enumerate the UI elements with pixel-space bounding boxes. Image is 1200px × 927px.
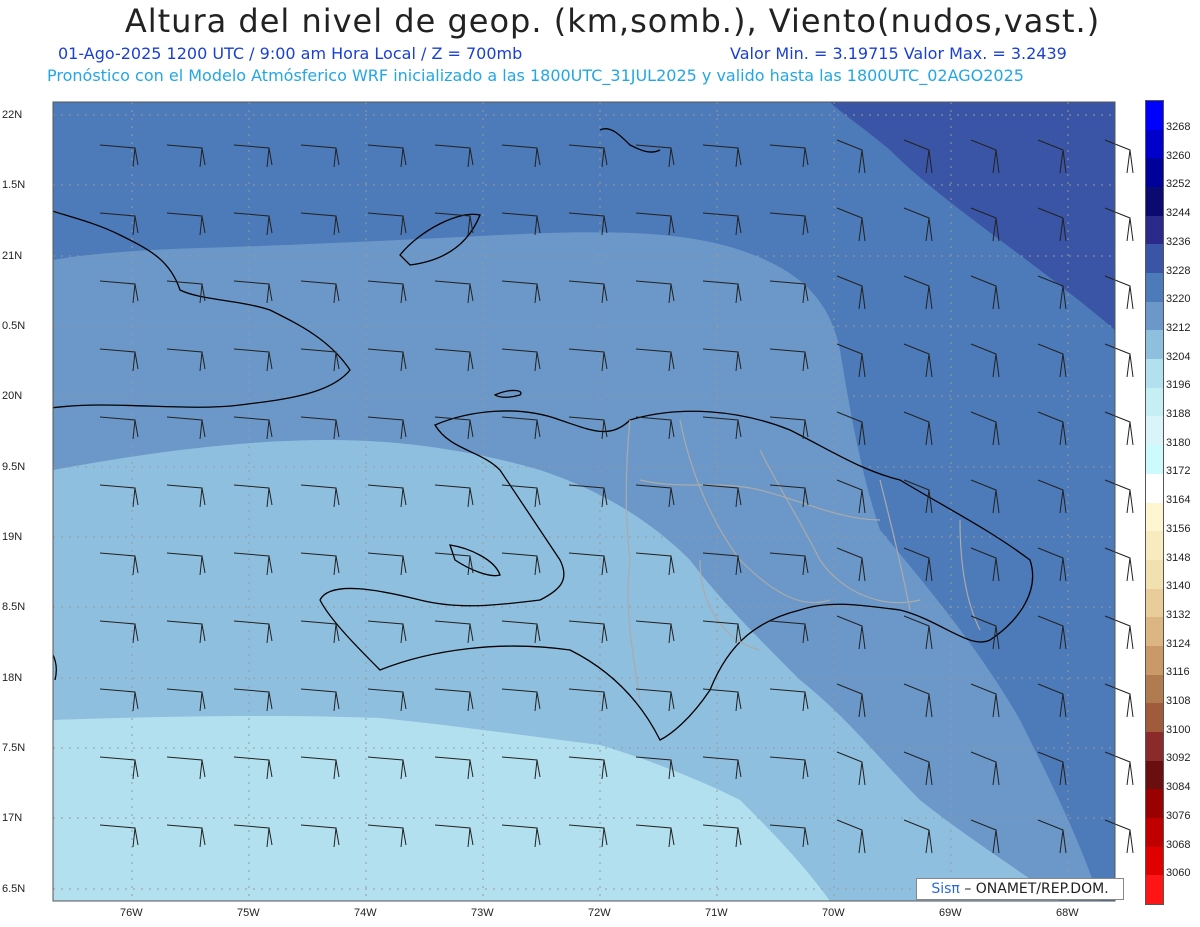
lon-label: 72W bbox=[588, 907, 611, 919]
colorbar-tick-label: 3220 bbox=[1166, 293, 1191, 306]
lat-label: 7.5N bbox=[2, 742, 26, 754]
colorbar-swatch bbox=[1146, 187, 1163, 217]
lon-label: 69W bbox=[939, 907, 962, 919]
colorbar-swatch bbox=[1146, 588, 1163, 618]
colorbar-swatch bbox=[1146, 473, 1163, 503]
lat-label: 22N bbox=[2, 109, 23, 121]
colorbar-tick-label: 3268 bbox=[1166, 121, 1191, 133]
colorbar-tick-label: 3196 bbox=[1166, 379, 1191, 392]
colorbar-tick-label: 3092 bbox=[1166, 752, 1191, 765]
colorbar-tick-label: 3068 bbox=[1166, 838, 1191, 851]
colorbar-swatch bbox=[1146, 617, 1163, 647]
colorbar-tick-label: 3156 bbox=[1166, 522, 1191, 535]
colorbar-swatch bbox=[1146, 502, 1163, 532]
colorbar-swatch bbox=[1146, 387, 1163, 417]
colorbar-swatch bbox=[1146, 789, 1163, 819]
colorbar-swatch bbox=[1146, 703, 1163, 733]
geopotential-map bbox=[52, 101, 1134, 902]
lon-label: 71W bbox=[705, 907, 728, 919]
colorbar-swatch bbox=[1146, 359, 1163, 389]
colorbar-tick-label: 3188 bbox=[1166, 408, 1191, 420]
lon-label: 75W bbox=[237, 907, 260, 919]
colorbar-tick-label: 3204 bbox=[1166, 350, 1191, 363]
colorbar-swatch bbox=[1146, 273, 1163, 303]
colorbar-swatch bbox=[1146, 101, 1163, 131]
lat-label: 21N bbox=[2, 250, 23, 262]
colorbar-tick-label: 3228 bbox=[1166, 264, 1191, 277]
colorbar-swatch bbox=[1146, 674, 1163, 704]
colorbar-tick-label: 3100 bbox=[1166, 723, 1191, 736]
lat-label: 18N bbox=[2, 672, 23, 684]
lat-label: 6.5N bbox=[2, 883, 26, 895]
colorbar-tick-label: 3148 bbox=[1166, 551, 1191, 564]
colorbar-tick-label: 3140 bbox=[1166, 580, 1191, 593]
colorbar-swatch bbox=[1146, 215, 1163, 245]
colorbar-tick-label: 3164 bbox=[1166, 494, 1191, 507]
colorbar-swatch bbox=[1146, 301, 1163, 331]
colorbar-tick-label: 3124 bbox=[1166, 637, 1191, 650]
colorbar-swatch bbox=[1146, 760, 1163, 790]
credit-text: – ONAMET/REP.DOM. bbox=[964, 881, 1109, 897]
lat-label: 20N bbox=[2, 390, 23, 402]
colorbar-tick-label: 3132 bbox=[1166, 608, 1191, 621]
colorbar-swatch bbox=[1146, 645, 1163, 676]
colorbar-swatch bbox=[1146, 559, 1163, 590]
colorbar-tick-label: 3060 bbox=[1166, 867, 1191, 880]
colorbar-tick-label: 3244 bbox=[1166, 207, 1191, 220]
colorbar-tick-label: 3108 bbox=[1166, 695, 1191, 707]
colorbar-swatch bbox=[1146, 129, 1163, 159]
lat-label: 1.5N bbox=[2, 179, 26, 191]
colorbar-tick-label: 3260 bbox=[1166, 149, 1191, 162]
colorbar-tick-label: 3116 bbox=[1166, 666, 1190, 679]
lat-label: 0.5N bbox=[2, 320, 26, 332]
lat-label: 19N bbox=[2, 531, 23, 543]
colorbar-swatch bbox=[1146, 158, 1163, 188]
lon-label: 68W bbox=[1056, 907, 1079, 919]
colorbar-swatch bbox=[1146, 244, 1163, 274]
colorbar-swatch bbox=[1146, 445, 1163, 475]
colorbar-swatch bbox=[1146, 731, 1163, 762]
lon-label: 74W bbox=[354, 907, 377, 919]
colorbar-tick-label: 3252 bbox=[1166, 178, 1191, 191]
lat-label: 9.5N bbox=[2, 461, 26, 473]
lon-label: 70W bbox=[822, 907, 845, 919]
sis-logo: Sisπ bbox=[931, 881, 960, 897]
colorbar-tick-label: 3172 bbox=[1166, 465, 1191, 478]
colorbar-swatch bbox=[1146, 846, 1163, 876]
colorbar-swatch bbox=[1146, 416, 1163, 446]
colorbar-tick-label: 3236 bbox=[1166, 235, 1191, 248]
colorbar-tick-label: 3084 bbox=[1166, 781, 1191, 794]
lat-label: 8.5N bbox=[2, 601, 26, 613]
lon-label: 76W bbox=[120, 907, 143, 919]
lon-label: 73W bbox=[471, 907, 494, 919]
colorbar bbox=[1145, 100, 1164, 905]
colorbar-tick-label: 3212 bbox=[1166, 321, 1191, 334]
lat-label: 17N bbox=[2, 812, 23, 824]
colorbar-swatch bbox=[1146, 817, 1163, 848]
colorbar-swatch bbox=[1146, 531, 1163, 561]
colorbar-swatch bbox=[1146, 330, 1163, 360]
credit-box: Sisπ – ONAMET/REP.DOM. bbox=[916, 878, 1124, 900]
colorbar-swatch bbox=[1146, 875, 1163, 905]
colorbar-tick-label: 3180 bbox=[1166, 436, 1191, 449]
colorbar-tick-label: 3076 bbox=[1166, 809, 1191, 822]
